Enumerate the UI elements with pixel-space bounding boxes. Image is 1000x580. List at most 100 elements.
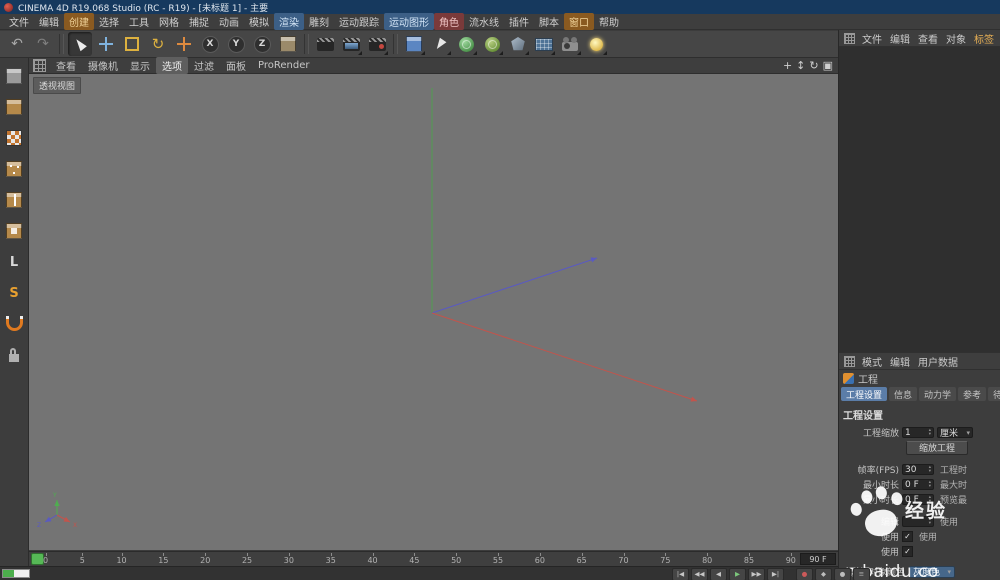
- attribute-manager-icon[interactable]: [844, 356, 855, 367]
- menu-snap[interactable]: 捕捉: [184, 13, 214, 30]
- menu-window[interactable]: 窗口: [564, 13, 594, 30]
- move-tool[interactable]: [94, 32, 118, 56]
- viewport-layout-icon[interactable]: [33, 59, 46, 72]
- playback-options-button[interactable]: ≡: [853, 568, 870, 580]
- record-button[interactable]: ●: [796, 568, 813, 580]
- frame-tick-90[interactable]: 90: [786, 553, 796, 566]
- lock-workplane-button[interactable]: [1, 342, 27, 368]
- frame-tick-30[interactable]: 30: [284, 553, 294, 566]
- object-manager-list[interactable]: [839, 47, 1000, 353]
- project-scale-unit-select[interactable]: 厘米▾: [937, 427, 973, 438]
- frame-tick-10[interactable]: 10: [116, 553, 126, 566]
- menu-select[interactable]: 选择: [94, 13, 124, 30]
- object-manager-menu-tags[interactable]: 标签: [970, 30, 998, 47]
- undo-button[interactable]: ↶: [5, 32, 29, 56]
- pan-view-icon[interactable]: +: [783, 60, 792, 71]
- subdivision-surface-button[interactable]: [454, 32, 478, 56]
- play-button[interactable]: ▶: [729, 568, 746, 580]
- goto-start-button[interactable]: |◀: [672, 568, 689, 580]
- edges-mode-button[interactable]: [1, 187, 27, 213]
- attribute-manager-menu-edit[interactable]: 编辑: [886, 353, 914, 370]
- menu-character[interactable]: 角色: [434, 13, 464, 30]
- light-button[interactable]: [584, 32, 608, 56]
- fps-input[interactable]: 30▴▾: [902, 464, 934, 475]
- polygons-mode-button[interactable]: [1, 218, 27, 244]
- tab-referencing[interactable]: 参考: [958, 387, 986, 401]
- attribute-manager-menu-mode[interactable]: 模式: [858, 353, 886, 370]
- viewport-menu-panel[interactable]: 面板: [220, 57, 252, 74]
- keyframe-button[interactable]: ◆: [815, 568, 832, 580]
- dolly-view-icon[interactable]: ↕: [796, 60, 805, 71]
- default-object-color-select[interactable]: 灰度色 ▾: [909, 566, 955, 578]
- frame-tick-45[interactable]: 45: [409, 553, 419, 566]
- frame-tick-80[interactable]: 80: [702, 553, 712, 566]
- y-axis-lock-button[interactable]: Y: [224, 32, 248, 56]
- project-scale-input[interactable]: 1▴▾: [902, 427, 934, 438]
- frame-tick-15[interactable]: 15: [158, 553, 168, 566]
- tab-todo[interactable]: 待办: [988, 387, 1000, 401]
- frame-tick-55[interactable]: 55: [493, 553, 503, 566]
- scale-tool[interactable]: [120, 32, 144, 56]
- edit-setting-input[interactable]: ▴▾: [902, 516, 934, 527]
- use-setting-1-checkbox[interactable]: ✓: [902, 531, 913, 542]
- menu-simulate[interactable]: 模拟: [244, 13, 274, 30]
- frame-tick-25[interactable]: 25: [242, 553, 252, 566]
- scale-project-button[interactable]: 缩放工程: [906, 441, 968, 455]
- use-setting-2-checkbox[interactable]: ✓: [902, 546, 913, 557]
- x-axis-lock-button[interactable]: X: [198, 32, 222, 56]
- generator-button[interactable]: [480, 32, 504, 56]
- menu-mesh[interactable]: 网格: [154, 13, 184, 30]
- menu-render[interactable]: 渲染: [274, 13, 304, 30]
- viewport-menu-display[interactable]: 显示: [124, 57, 156, 74]
- menu-pipeline[interactable]: 流水线: [464, 13, 504, 30]
- frame-tick-50[interactable]: 50: [451, 553, 461, 566]
- workplane-mode-button[interactable]: L: [1, 249, 27, 275]
- object-manager-menu-view[interactable]: 查看: [914, 30, 942, 47]
- render-picture-viewer-button[interactable]: [339, 32, 363, 56]
- menu-plugins[interactable]: 插件: [504, 13, 534, 30]
- object-manager-menu-edit[interactable]: 编辑: [886, 30, 914, 47]
- menu-file[interactable]: 文件: [4, 13, 34, 30]
- environment-button[interactable]: [532, 32, 556, 56]
- make-editable-button[interactable]: [1, 63, 27, 89]
- menu-help[interactable]: 帮助: [594, 13, 624, 30]
- prev-key-button[interactable]: ◀◀: [691, 568, 708, 580]
- frame-tick-60[interactable]: 60: [535, 553, 545, 566]
- menu-tools[interactable]: 工具: [124, 13, 154, 30]
- autokey-button[interactable]: ●: [834, 568, 851, 580]
- goto-end-button[interactable]: ▶|: [767, 568, 784, 580]
- camera-button[interactable]: [558, 32, 582, 56]
- viewport-canvas[interactable]: YXZ 透视视图: [29, 74, 838, 550]
- points-mode-button[interactable]: [1, 156, 27, 182]
- frame-tick-0[interactable]: 0: [43, 553, 48, 566]
- frame-tick-40[interactable]: 40: [367, 553, 377, 566]
- object-manager-icon[interactable]: [844, 33, 855, 44]
- timeline-ruler[interactable]: 051015202530354045505560657075808590 90 …: [29, 551, 838, 566]
- object-manager-menu-objects[interactable]: 对象: [942, 30, 970, 47]
- viewport-menu-filter[interactable]: 过滤: [188, 57, 220, 74]
- live-selection-tool[interactable]: [68, 32, 92, 56]
- coordinate-system-button[interactable]: [276, 32, 300, 56]
- tab-info[interactable]: 信息: [889, 387, 917, 401]
- last-used-tool[interactable]: [172, 32, 196, 56]
- frame-tick-85[interactable]: 85: [744, 553, 754, 566]
- add-primitive-button[interactable]: [402, 32, 426, 56]
- tab-dynamics[interactable]: 动力学: [919, 387, 956, 401]
- end-frame-field[interactable]: 90 F: [800, 553, 836, 565]
- frame-tick-65[interactable]: 65: [577, 553, 587, 566]
- viewport-menu-options[interactable]: 选项: [156, 57, 188, 74]
- frame-tick-20[interactable]: 20: [200, 553, 210, 566]
- prev-frame-button[interactable]: ◀: [710, 568, 727, 580]
- deformer-button[interactable]: [506, 32, 530, 56]
- menu-sculpt[interactable]: 雕刻: [304, 13, 334, 30]
- object-manager-menu-file[interactable]: 文件: [858, 30, 886, 47]
- toggle-view-icon[interactable]: ▣: [823, 60, 833, 71]
- frame-tick-70[interactable]: 70: [618, 553, 628, 566]
- min-time-input[interactable]: 0 F▴▾: [902, 479, 934, 490]
- enable-snap-button[interactable]: S: [1, 280, 27, 306]
- menu-create[interactable]: 创建: [64, 13, 94, 30]
- next-frame-button[interactable]: ▶▶: [748, 568, 765, 580]
- rotate-tool[interactable]: ↻: [146, 32, 170, 56]
- menu-motion-tracker[interactable]: 运动跟踪: [334, 13, 384, 30]
- texture-mode-button[interactable]: [1, 125, 27, 151]
